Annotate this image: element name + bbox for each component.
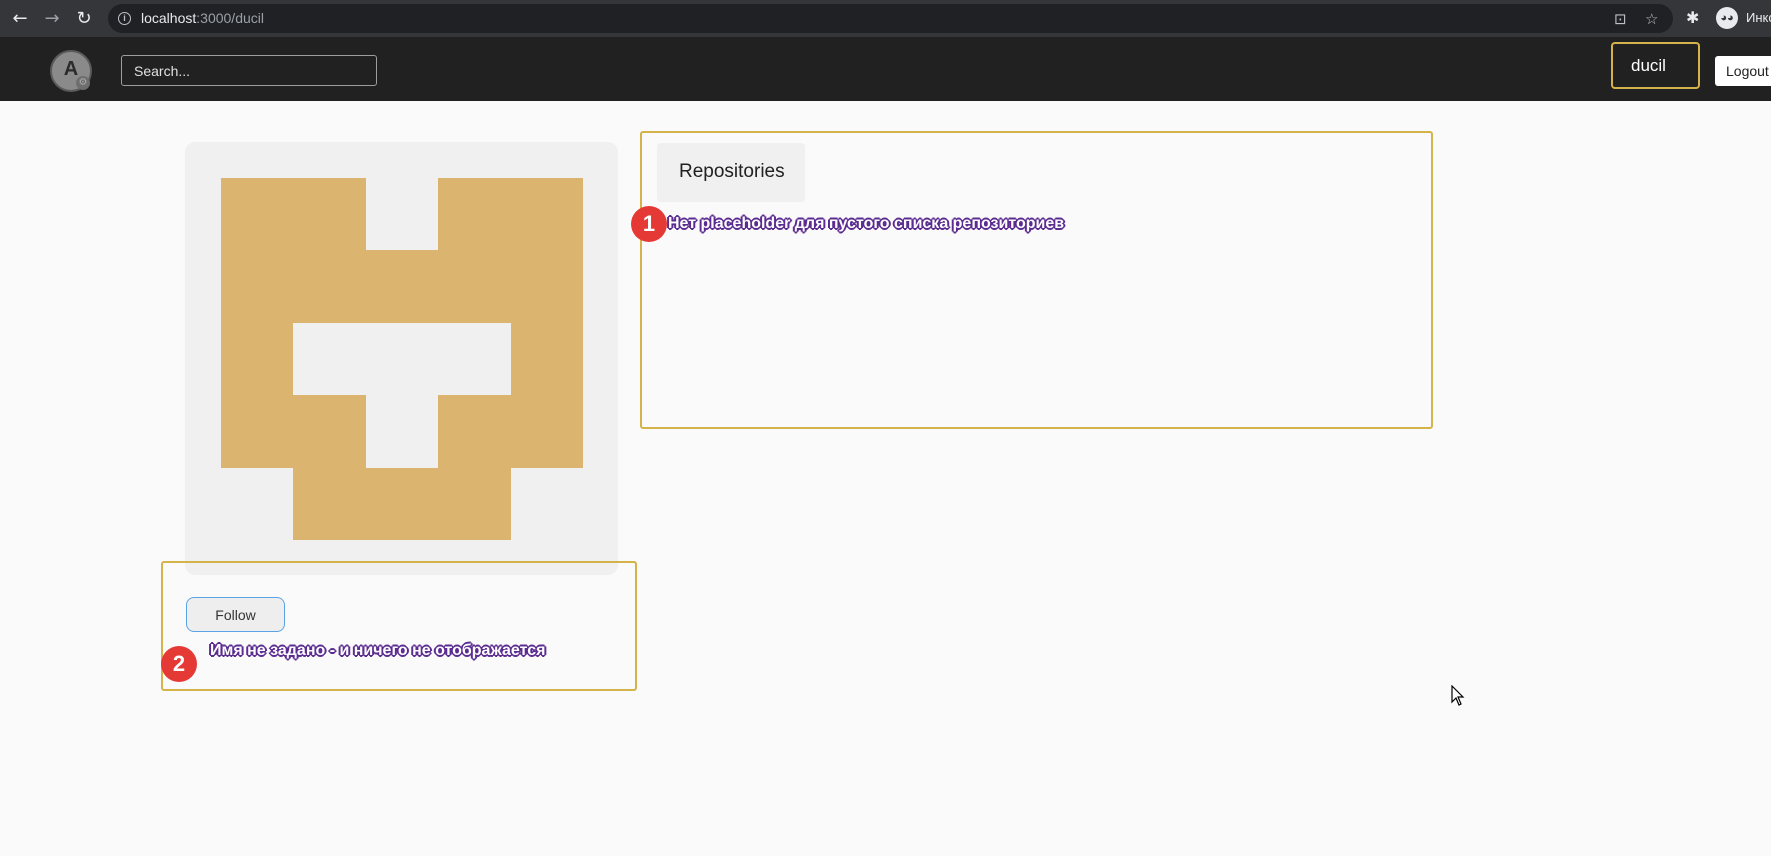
follow-button[interactable]: Follow [186,597,285,632]
logout-button[interactable]: Logout [1715,56,1771,86]
annotation-marker-2: 2 [161,646,197,682]
back-icon[interactable]: ← [9,8,31,30]
incognito-icon[interactable]: ◕◕ [1716,7,1738,29]
avatar-card [185,142,618,575]
gear-icon: ⚙ [76,76,90,90]
bookmark-star-icon[interactable]: ☆ [1645,10,1658,28]
forward-icon[interactable]: → [41,8,63,30]
address-bar[interactable]: i localhost:3000/ducil ⊡ ☆ [108,4,1673,33]
app-header: A ⚙ ducil Logout [0,37,1771,101]
annotation-note-1: Нет placeholder для пустого списка репоз… [668,215,1065,232]
annotation-note-2: Имя не задано - и ничего не отображается [210,642,546,659]
profile-label[interactable]: Инко [1746,10,1771,25]
translate-icon[interactable]: ⊡ [1614,10,1627,28]
browser-toolbar: ← → ↻ i localhost:3000/ducil ⊡ ☆ ✱ ◕◕ Ин… [0,0,1771,37]
user-profile-button[interactable]: ducil [1611,42,1700,89]
profile-info-panel: Follow [161,561,637,691]
url-text: localhost:3000/ducil [141,10,264,26]
reload-icon[interactable]: ↻ [73,8,95,30]
app-logo[interactable]: A ⚙ [50,50,92,92]
tab-repositories[interactable]: Repositories [657,143,805,202]
mouse-cursor-icon [1451,685,1465,706]
tab-repositories-label: Repositories [679,161,785,182]
identicon-blocks [221,178,583,540]
site-info-icon[interactable]: i [118,12,131,25]
extensions-icon[interactable]: ✱ [1686,8,1699,27]
repositories-panel: Repositories [640,131,1433,429]
avatar [221,178,583,540]
search-input[interactable] [121,55,377,86]
annotation-marker-1: 1 [631,206,667,242]
